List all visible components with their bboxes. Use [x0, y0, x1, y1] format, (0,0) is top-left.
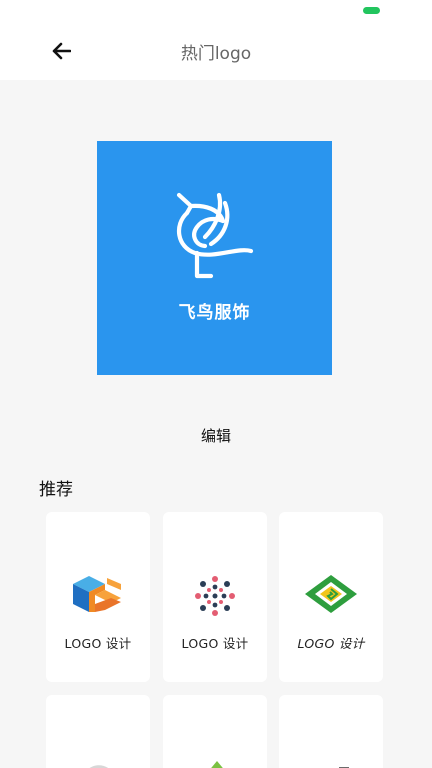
- logo-card[interactable]: LOGO 设计: [163, 512, 267, 682]
- cube-c-logo-icon: [73, 576, 121, 612]
- status-bar: [0, 0, 432, 24]
- logo-card[interactable]: [163, 695, 267, 768]
- battery-icon: [363, 7, 380, 14]
- logo-card[interactable]: [46, 695, 150, 768]
- logo-card[interactable]: [279, 695, 383, 768]
- mandala-logo-icon: [195, 576, 235, 616]
- card-caption: LOGO 设计: [181, 636, 249, 651]
- logo-thumbnail-icon: [211, 761, 223, 768]
- green-diamond-logo-icon: [305, 575, 357, 613]
- logo-thumbnail-icon: [89, 765, 108, 768]
- logo-card[interactable]: LOGO 设计: [46, 512, 150, 682]
- card-caption: LOGO 设计: [297, 636, 365, 651]
- logo-preview[interactable]: 飞鸟服饰: [97, 141, 332, 375]
- logo-thumbnail-icon: [339, 767, 349, 768]
- card-caption: LOGO 设计: [64, 636, 132, 651]
- header: 热门logo: [0, 24, 432, 80]
- brand-name: 飞鸟服饰: [178, 303, 251, 323]
- page-title: 热门logo: [180, 44, 252, 64]
- recommend-title: 推荐: [39, 480, 73, 500]
- crane-bird-icon: [176, 192, 254, 279]
- edit-button[interactable]: 编辑: [176, 423, 256, 449]
- logo-card[interactable]: LOGO 设计: [279, 512, 383, 682]
